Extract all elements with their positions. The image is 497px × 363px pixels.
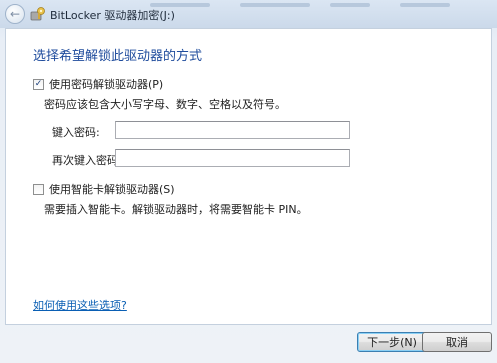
background-title-strip — [400, 3, 450, 7]
title-bar: ← BitLocker 驱动器加密(J:) — [0, 0, 497, 28]
background-title-strip — [330, 3, 370, 7]
smartcard-unlock-option[interactable]: 使用智能卡解锁驱动器(S) — [33, 181, 175, 197]
checkmark-icon: ✓ — [34, 78, 43, 89]
next-button[interactable]: 下一步(N) — [357, 332, 427, 352]
cancel-button[interactable]: 取消 — [422, 332, 492, 352]
password-unlock-option[interactable]: ✓ 使用密码解锁驱动器(P) — [33, 76, 163, 92]
page-heading: 选择希望解锁此驱动器的方式 — [33, 49, 203, 64]
window-title: BitLocker 驱动器加密(J:) — [50, 9, 175, 22]
reenter-password-label: 再次键入密码: — [52, 154, 122, 167]
wizard-content-panel: 选择希望解锁此驱动器的方式 ✓ 使用密码解锁驱动器(P) 密码应该包含大小写字母… — [5, 28, 492, 325]
smartcard-unlock-label: 使用智能卡解锁驱动器(S) — [49, 183, 175, 196]
help-link[interactable]: 如何使用这些选项? — [33, 297, 127, 313]
reenter-password-input[interactable] — [115, 149, 350, 167]
back-button[interactable]: ← — [5, 4, 25, 24]
bitlocker-wizard-window: ← BitLocker 驱动器加密(J:) 选择希望解锁此驱动器的方式 ✓ 使用… — [0, 0, 497, 363]
smartcard-unlock-checkbox[interactable] — [33, 183, 44, 195]
background-title-strip — [240, 3, 310, 7]
password-requirements-text: 密码应该包含大小写字母、数字、空格以及符号。 — [44, 98, 286, 111]
password-unlock-checkbox[interactable]: ✓ — [33, 78, 44, 90]
password-unlock-label: 使用密码解锁驱动器(P) — [49, 78, 164, 91]
enter-password-input[interactable] — [115, 121, 350, 139]
bitlocker-key-icon — [30, 7, 45, 21]
enter-password-label: 键入密码: — [52, 126, 100, 139]
smartcard-requirements-text: 需要插入智能卡。解锁驱动器时，将需要智能卡 PIN。 — [44, 203, 308, 216]
back-arrow-icon: ← — [9, 7, 21, 21]
